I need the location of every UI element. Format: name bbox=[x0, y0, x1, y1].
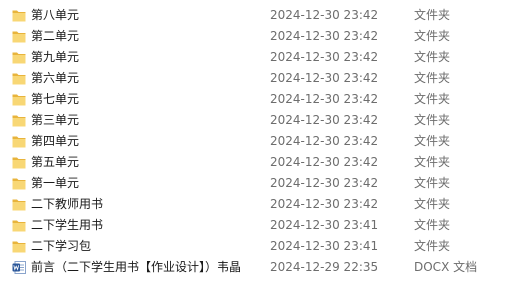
file-name: 第九单元 bbox=[31, 50, 80, 64]
file-date-modified: 2024-12-30 23:42 bbox=[270, 176, 379, 190]
file-type: 文件夹 bbox=[414, 71, 451, 85]
file-name: 二下学习包 bbox=[31, 239, 92, 253]
folder-icon bbox=[12, 114, 26, 127]
file-date-modified: 2024-12-30 23:42 bbox=[270, 8, 379, 22]
file-date-modified: 2024-12-30 23:42 bbox=[270, 71, 379, 85]
file-date-modified: 2024-12-29 22:35 bbox=[270, 260, 379, 274]
folder-icon bbox=[12, 198, 26, 211]
file-row[interactable]: 第六单元 2024-12-30 23:42 文件夹 bbox=[0, 68, 518, 89]
file-name: 第七单元 bbox=[31, 92, 80, 106]
folder-icon bbox=[12, 156, 26, 169]
file-name: 第五单元 bbox=[31, 155, 80, 169]
file-row[interactable]: 第七单元 2024-12-30 23:42 文件夹 bbox=[0, 89, 518, 110]
folder-icon bbox=[12, 93, 26, 106]
file-row[interactable]: 第三单元 2024-12-30 23:42 文件夹 bbox=[0, 110, 518, 131]
folder-icon bbox=[12, 30, 26, 43]
file-row[interactable]: 二下学生用书 2024-12-30 23:41 文件夹 bbox=[0, 215, 518, 236]
file-type: 文件夹 bbox=[414, 50, 451, 64]
file-row[interactable]: 第二单元 2024-12-30 23:42 文件夹 bbox=[0, 26, 518, 47]
file-date-modified: 2024-12-30 23:42 bbox=[270, 29, 379, 43]
file-date-modified: 2024-12-30 23:41 bbox=[270, 239, 379, 253]
file-name: 前言（二下学生用书【作业设计】）韦晶 bbox=[31, 260, 242, 274]
file-type: 文件夹 bbox=[414, 134, 451, 148]
file-row[interactable]: 二下学习包 2024-12-30 23:41 文件夹 bbox=[0, 236, 518, 257]
file-type: 文件夹 bbox=[414, 92, 451, 106]
file-date-modified: 2024-12-30 23:41 bbox=[270, 218, 379, 232]
file-row[interactable]: 第一单元 2024-12-30 23:42 文件夹 bbox=[0, 173, 518, 194]
file-type: 文件夹 bbox=[414, 176, 451, 190]
file-date-modified: 2024-12-30 23:42 bbox=[270, 134, 379, 148]
folder-icon bbox=[12, 177, 26, 190]
file-list: 第八单元 2024-12-30 23:42 文件夹 第二单元 2024-12-3… bbox=[0, 5, 518, 278]
folder-icon bbox=[12, 219, 26, 232]
file-row[interactable]: 第五单元 2024-12-30 23:42 文件夹 bbox=[0, 152, 518, 173]
file-row[interactable]: 二下教师用书 2024-12-30 23:42 文件夹 bbox=[0, 194, 518, 215]
folder-icon bbox=[12, 135, 26, 148]
file-row[interactable]: 第九单元 2024-12-30 23:42 文件夹 bbox=[0, 47, 518, 68]
file-name: 第三单元 bbox=[31, 113, 80, 127]
file-name: 第六单元 bbox=[31, 71, 80, 85]
file-row[interactable]: 第八单元 2024-12-30 23:42 文件夹 bbox=[0, 5, 518, 26]
file-date-modified: 2024-12-30 23:42 bbox=[270, 197, 379, 211]
file-date-modified: 2024-12-30 23:42 bbox=[270, 92, 379, 106]
file-date-modified: 2024-12-30 23:42 bbox=[270, 113, 379, 127]
file-type: 文件夹 bbox=[414, 218, 451, 232]
folder-icon bbox=[12, 51, 26, 64]
file-type: 文件夹 bbox=[414, 113, 451, 127]
file-type: 文件夹 bbox=[414, 8, 451, 22]
file-name: 二下学生用书 bbox=[31, 218, 104, 232]
file-type: DOCX 文档 bbox=[414, 260, 478, 274]
file-row[interactable]: 前言（二下学生用书【作业设计】）韦晶 2024-12-29 22:35 DOCX… bbox=[0, 257, 518, 278]
file-name: 第四单元 bbox=[31, 134, 80, 148]
file-name: 第一单元 bbox=[31, 176, 80, 190]
word-document-icon bbox=[12, 261, 26, 274]
file-row[interactable]: 第四单元 2024-12-30 23:42 文件夹 bbox=[0, 131, 518, 152]
folder-icon bbox=[12, 240, 26, 253]
file-type: 文件夹 bbox=[414, 239, 451, 253]
file-type: 文件夹 bbox=[414, 155, 451, 169]
file-name: 第二单元 bbox=[31, 29, 80, 43]
file-date-modified: 2024-12-30 23:42 bbox=[270, 50, 379, 64]
file-date-modified: 2024-12-30 23:42 bbox=[270, 155, 379, 169]
folder-icon bbox=[12, 9, 26, 22]
folder-icon bbox=[12, 72, 26, 85]
file-name: 第八单元 bbox=[31, 8, 80, 22]
file-type: 文件夹 bbox=[414, 29, 451, 43]
file-name: 二下教师用书 bbox=[31, 197, 104, 211]
file-type: 文件夹 bbox=[414, 197, 451, 211]
